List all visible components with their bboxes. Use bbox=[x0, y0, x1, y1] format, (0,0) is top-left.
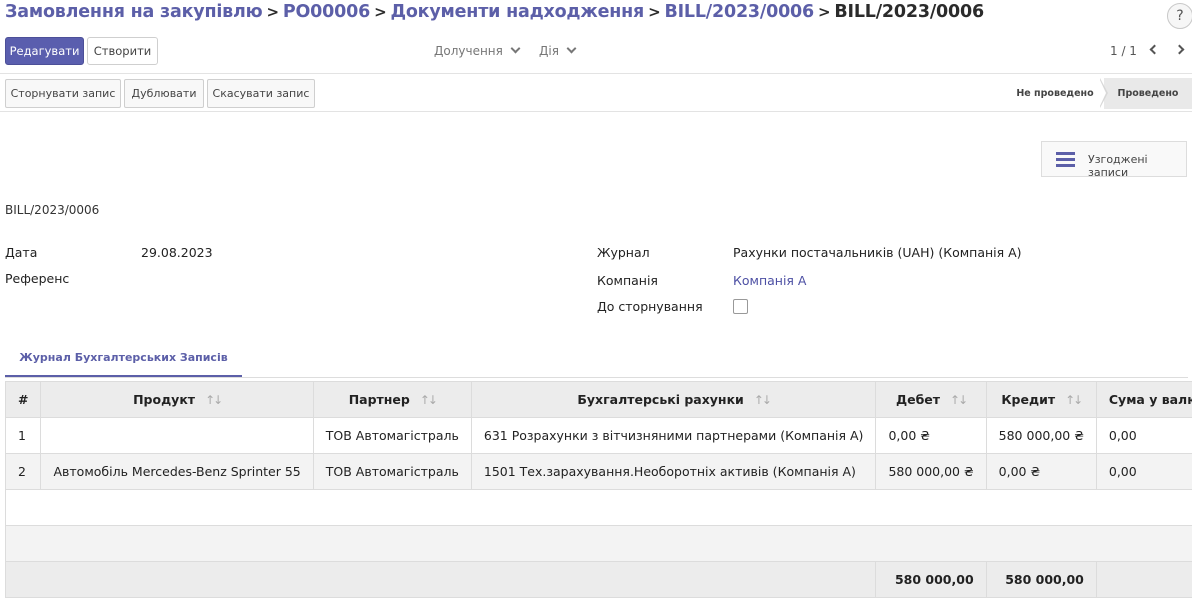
breadcrumb-separator: > bbox=[648, 3, 661, 21]
chevron-down-icon bbox=[510, 43, 521, 54]
sort-arrows-icon: ↑↓ bbox=[1065, 393, 1083, 407]
total-credit: 580 000,00 bbox=[985, 561, 1097, 598]
reverse-entry-button[interactable]: Сторнувати запис bbox=[5, 79, 121, 108]
total-debit: 580 000,00 bbox=[875, 561, 987, 598]
breadcrumb-receipt-docs[interactable]: Документи надходження bbox=[390, 2, 644, 22]
col-header-number[interactable]: # bbox=[4, 381, 42, 418]
help-icon[interactable]: ? bbox=[1167, 3, 1192, 29]
reference-label: Референс bbox=[5, 271, 70, 286]
col-header-product[interactable]: Продукт ↑↓ bbox=[40, 381, 314, 418]
reconciled-entries-button[interactable]: Узгоджені записи bbox=[1041, 141, 1187, 179]
divider bbox=[0, 111, 1192, 112]
pager-previous-icon[interactable] bbox=[1146, 43, 1160, 57]
col-header-credit[interactable]: Кредит ↑↓ bbox=[985, 381, 1097, 418]
breadcrumb-separator: > bbox=[266, 3, 280, 21]
cell-partner: ТОВ Автомагістраль bbox=[312, 453, 472, 490]
cell-amount-currency: 0,00 bbox=[1095, 417, 1192, 454]
to-reverse-label: До сторнування bbox=[597, 299, 703, 314]
breadcrumb-separator: > bbox=[374, 3, 387, 21]
pager-value[interactable]: 1 / 1 bbox=[1110, 44, 1137, 58]
tab-journal-items[interactable]: Журнал Бухгалтерських Записів bbox=[5, 339, 242, 377]
table-empty-row bbox=[5, 525, 1192, 562]
total-amount-currency bbox=[1095, 561, 1192, 598]
totals-spacer bbox=[4, 561, 877, 598]
col-header-partner[interactable]: Партнер ↑↓ bbox=[312, 381, 472, 418]
col-header-amount-currency[interactable]: Сума у валюті↑↓ bbox=[1095, 381, 1192, 418]
journal-items-table: # Продукт ↑↓ Партнер ↑↓ Бухгалтерські раху… bbox=[4, 381, 1192, 598]
action-label: Дія bbox=[539, 44, 559, 58]
breadcrumb-current: BILL/2023/0006 bbox=[834, 2, 984, 22]
stage-posted[interactable]: Проведено bbox=[1104, 78, 1192, 109]
col-header-accounts[interactable]: Бухгалтерські рахунки ↑↓ bbox=[470, 381, 877, 418]
sort-arrows-icon: ↑↓ bbox=[419, 393, 438, 407]
breadcrumb-separator: > bbox=[818, 3, 831, 21]
journal-label: Журнал bbox=[597, 245, 650, 260]
table-row[interactable]: 2 Автомобіль Mercedes-Benz Sprinter 55 Т… bbox=[4, 453, 1192, 490]
divider bbox=[5, 377, 1188, 378]
stage-draft[interactable]: Не проведено bbox=[1006, 78, 1104, 109]
breadcrumb-po[interactable]: PO00006 bbox=[283, 2, 370, 22]
sort-arrows-icon: ↑↓ bbox=[950, 393, 968, 407]
date-label: Дата bbox=[5, 245, 38, 260]
cell-product bbox=[40, 417, 314, 454]
journal-value: Рахунки постачальників (UAH) (Компанія А… bbox=[733, 245, 1022, 260]
date-value: 29.08.2023 bbox=[141, 245, 213, 260]
table-empty-row bbox=[5, 489, 1192, 526]
table-totals-row: 580 000,00 580 000,00 bbox=[4, 561, 1192, 598]
col-header-debit[interactable]: Дебет ↑↓ bbox=[875, 381, 987, 418]
pager-next-icon[interactable] bbox=[1174, 43, 1189, 57]
cell-number: 2 bbox=[4, 453, 42, 490]
reconciled-entries-label: Узгоджені записи bbox=[1088, 153, 1148, 179]
cell-number: 1 bbox=[4, 417, 42, 454]
edit-button[interactable]: Редагувати bbox=[5, 37, 84, 65]
create-button[interactable]: Створити bbox=[87, 37, 158, 65]
sort-arrows-icon: ↑↓ bbox=[205, 393, 223, 407]
cell-debit: 0,00 ₴ bbox=[875, 417, 987, 454]
cell-product: Автомобіль Mercedes-Benz Sprinter 55 bbox=[40, 453, 314, 490]
sort-arrows-icon: ↑↓ bbox=[753, 393, 772, 407]
cancel-entry-button[interactable]: Скасувати запис bbox=[207, 79, 315, 108]
company-link[interactable]: Компанія А bbox=[733, 273, 806, 288]
breadcrumb-bill-link[interactable]: BILL/2023/0006 bbox=[664, 2, 814, 22]
cell-amount-currency: 0,00 bbox=[1095, 453, 1192, 490]
chevron-down-icon bbox=[566, 43, 577, 54]
record-name: BILL/2023/0006 bbox=[5, 203, 100, 217]
breadcrumb: Замовлення на закупівлю > PO00006 > Документ… bbox=[5, 2, 984, 28]
cell-credit: 0,00 ₴ bbox=[985, 453, 1097, 490]
cell-partner: ТОВ Автомагістраль bbox=[312, 417, 472, 454]
table-row[interactable]: 1 ТОВ Автомагістраль 631 Розрахунки з ві… bbox=[4, 417, 1192, 454]
attachments-dropdown[interactable]: Долучення bbox=[434, 43, 521, 58]
table-header-row: # Продукт ↑↓ Партнер ↑↓ Бухгалтерські раху… bbox=[4, 381, 1192, 418]
company-label: Компанія bbox=[597, 273, 658, 288]
cell-account: 1501 Тех.зарахування.Необоротніх активів… bbox=[470, 453, 877, 490]
duplicate-button[interactable]: Дублювати bbox=[124, 79, 204, 108]
action-dropdown[interactable]: Дія bbox=[539, 43, 577, 58]
divider bbox=[0, 73, 1192, 74]
cell-account: 631 Розрахунки з вітчизняними партнерами… bbox=[470, 417, 877, 454]
cell-credit: 580 000,00 ₴ bbox=[985, 417, 1097, 454]
breadcrumb-purchase-orders[interactable]: Замовлення на закупівлю bbox=[5, 2, 263, 22]
stage-arrow bbox=[1099, 78, 1106, 108]
to-reverse-checkbox[interactable] bbox=[733, 299, 748, 314]
list-icon bbox=[1056, 152, 1075, 168]
cell-debit: 580 000,00 ₴ bbox=[875, 453, 987, 490]
attachments-label: Долучення bbox=[434, 44, 503, 58]
